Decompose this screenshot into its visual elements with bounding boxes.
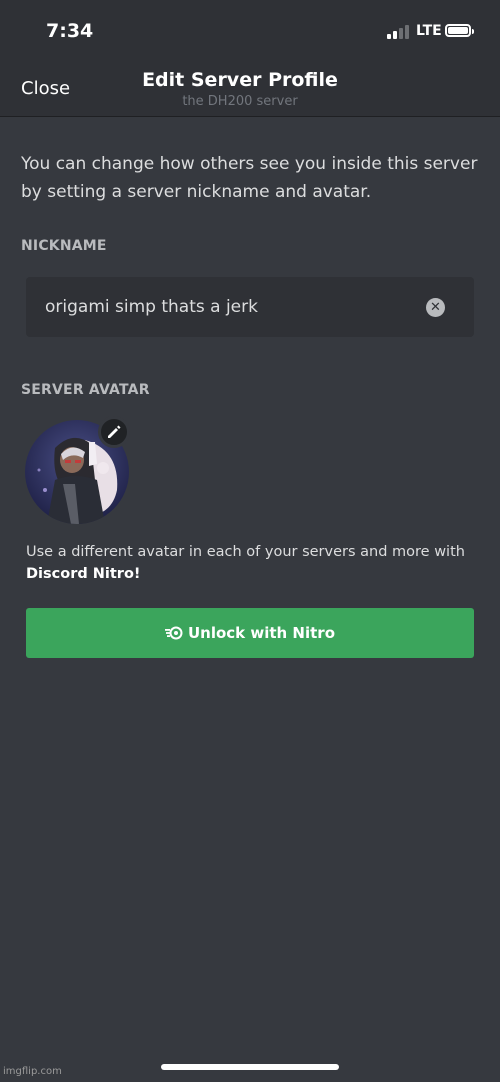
battery-icon <box>445 24 474 37</box>
unlock-nitro-button[interactable]: Unlock with Nitro <box>26 608 474 658</box>
status-bar: 7:34 LTE <box>0 0 500 60</box>
page-subtitle: the DH200 server <box>182 94 298 109</box>
nitro-link-text: Discord Nitro! <box>26 566 141 582</box>
intro-text: You can change how others see you inside… <box>21 154 478 202</box>
watermark: imgflip.com <box>3 1066 62 1077</box>
header-bar: Close Edit Server Profile the DH200 serv… <box>0 60 500 117</box>
clear-icon[interactable]: ✕ <box>426 298 445 317</box>
nickname-input[interactable] <box>26 277 406 337</box>
page-title: Edit Server Profile <box>142 69 338 91</box>
nickname-label: NICKNAME <box>21 238 107 254</box>
server-avatar-picker[interactable] <box>25 416 130 524</box>
unlock-nitro-label: Unlock with Nitro <box>187 624 336 642</box>
server-avatar-label: SERVER AVATAR <box>21 382 150 398</box>
nitro-icon <box>164 626 183 640</box>
signal-bars-icon <box>387 25 411 39</box>
nitro-description: Use a different avatar in each of your s… <box>26 544 465 582</box>
nickname-field[interactable]: ✕ <box>26 277 474 337</box>
network-type: LTE <box>416 23 442 39</box>
home-indicator[interactable] <box>161 1064 339 1070</box>
status-time: 7:34 <box>46 20 94 42</box>
pencil-icon[interactable] <box>98 416 130 448</box>
